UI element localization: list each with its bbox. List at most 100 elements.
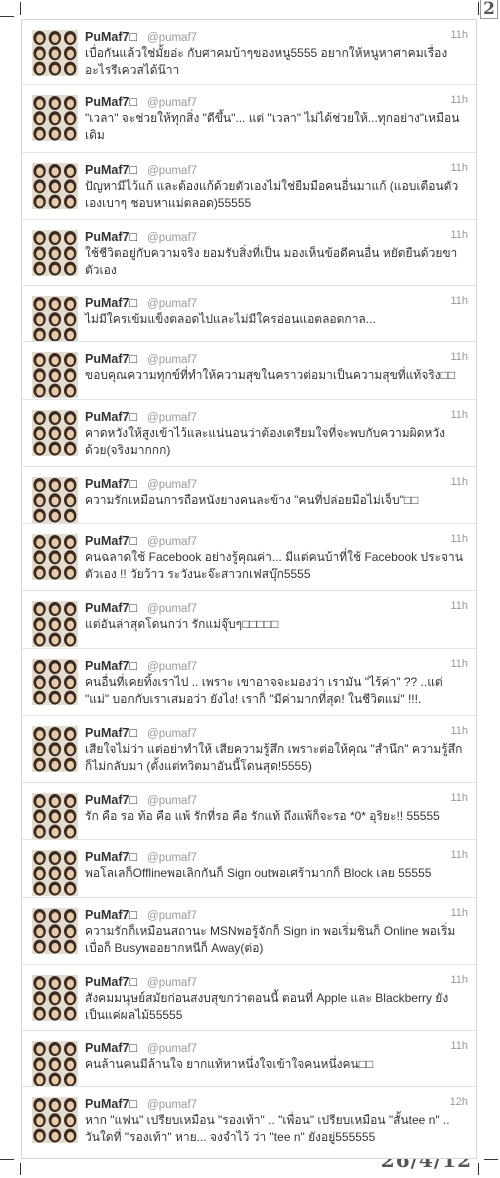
crop-mark: [478, 2, 479, 15]
tweet-author-name[interactable]: PuMaf7□: [85, 659, 137, 673]
avatar[interactable]: [32, 793, 78, 839]
avatar[interactable]: [32, 30, 78, 76]
tweet-item[interactable]: PuMaf7□ @pumaf7 12h หาก "แฟน" เปรียบเหมือน …: [22, 1086, 476, 1158]
tweet-author-handle[interactable]: @pumaf7: [147, 977, 197, 989]
tweet-timestamp[interactable]: 11h: [450, 725, 468, 737]
tweet-item[interactable]: PuMaf7□ @pumaf7 11h ความรักเหมือนการถือหนัง…: [22, 466, 476, 523]
tweet-author-handle[interactable]: @pumaf7: [147, 298, 197, 310]
tweet-author-handle[interactable]: @pumaf7: [147, 1099, 197, 1111]
tweet-item[interactable]: PuMaf7□ @pumaf7 11h พอโลเลก็Offlineพอเลิกกั…: [22, 839, 476, 897]
tweet-item[interactable]: PuMaf7□ @pumaf7 11h แต่อันล่าสุดโดนกว่า รัก…: [22, 590, 476, 648]
tweet-author-name[interactable]: PuMaf7□: [85, 534, 137, 548]
tweet-item[interactable]: PuMaf7□ @pumaf7 11h ปัญหามีไว้แก้ และต้องแก…: [22, 152, 476, 219]
tweet-item[interactable]: PuMaf7□ @pumaf7 11h เบื่อกันแล้วใช่มั้ยอ่ะ …: [22, 20, 476, 84]
tweet-item[interactable]: PuMaf7□ @pumaf7 11h ไม่มีใครเข้มแข็งตลอดไปแ…: [22, 285, 476, 342]
tweet-author-handle[interactable]: @pumaf7: [147, 795, 197, 807]
avatar[interactable]: [32, 296, 78, 342]
tweet-author-name[interactable]: PuMaf7□: [85, 793, 137, 807]
tweet-header: PuMaf7□ @pumaf7 11h: [85, 408, 468, 424]
avatar[interactable]: [32, 908, 78, 954]
tweet-author-name[interactable]: PuMaf7□: [85, 352, 137, 366]
avatar[interactable]: [32, 1041, 78, 1087]
avatar[interactable]: [32, 601, 78, 647]
tweet-item[interactable]: PuMaf7□ @pumaf7 11h ขอบคุณความทุกข์ที่ทำให้…: [22, 341, 476, 399]
tweet-timestamp[interactable]: 11h: [450, 907, 468, 919]
tweet-author-handle[interactable]: @pumaf7: [147, 354, 197, 366]
tweet-timestamp[interactable]: 11h: [450, 658, 468, 670]
tweet-item[interactable]: PuMaf7□ @pumaf7 11h คนฉลาดใช้ Facebook อย่า…: [22, 523, 476, 590]
tweet-header: PuMaf7□ @pumaf7 11h: [85, 93, 468, 109]
tweet-timestamp[interactable]: 11h: [450, 600, 468, 612]
tweet-timestamp[interactable]: 11h: [450, 1040, 468, 1052]
avatar[interactable]: [32, 659, 78, 705]
tweet-timestamp[interactable]: 11h: [450, 476, 468, 488]
avatar[interactable]: [32, 352, 78, 398]
tweet-author-name[interactable]: PuMaf7□: [85, 908, 137, 922]
tweet-timestamp[interactable]: 12h: [450, 1096, 468, 1108]
tweet-header: PuMaf7□ @pumaf7 11h: [85, 657, 468, 673]
tweet-timestamp[interactable]: 11h: [450, 533, 468, 545]
tweet-author-name[interactable]: PuMaf7□: [85, 410, 137, 424]
avatar[interactable]: [32, 477, 78, 523]
tweet-author-handle[interactable]: @pumaf7: [147, 603, 197, 615]
avatar[interactable]: [32, 163, 78, 209]
tweet-author-name[interactable]: PuMaf7□: [85, 1097, 137, 1111]
tweet-timestamp[interactable]: 11h: [450, 295, 468, 307]
tweet-text: คนล้านคนมีล้านใจ ยากแท้หาหนึ่งใจเข้าใจคน…: [85, 1057, 374, 1071]
tweet-author-handle[interactable]: @pumaf7: [147, 852, 197, 864]
tweet-author-name[interactable]: PuMaf7□: [85, 975, 137, 989]
tweet-author-name[interactable]: PuMaf7□: [85, 850, 137, 864]
tweet-author-name[interactable]: PuMaf7□: [85, 30, 137, 44]
tweet-text: รัก คือ รอ ท้อ คือ แพ้ รักที่รอ คือ รักแ…: [85, 809, 440, 823]
tweet-timestamp[interactable]: 11h: [450, 229, 468, 241]
crop-mark: [20, 2, 21, 15]
tweet-timestamp[interactable]: 11h: [450, 409, 468, 421]
avatar[interactable]: [32, 534, 78, 580]
tweet-author-handle[interactable]: @pumaf7: [147, 97, 197, 109]
tweet-timestamp[interactable]: 11h: [450, 94, 468, 106]
tweet-author-name[interactable]: PuMaf7□: [85, 296, 137, 310]
avatar[interactable]: [32, 1097, 78, 1143]
tweet-author-handle[interactable]: @pumaf7: [147, 232, 197, 244]
tweet-author-name[interactable]: PuMaf7□: [85, 601, 137, 615]
tweet-item[interactable]: PuMaf7□ @pumaf7 11h คาดหวังให้สูงเข้าไว้และ…: [22, 399, 476, 466]
tweet-author-name[interactable]: PuMaf7□: [85, 726, 137, 740]
tweet-item[interactable]: PuMaf7□ @pumaf7 11h รัก คือ รอ ท้อ คือ แพ้ …: [22, 782, 476, 839]
avatar[interactable]: [32, 95, 78, 141]
avatar[interactable]: [32, 230, 78, 276]
tweet-author-handle[interactable]: @pumaf7: [147, 32, 197, 44]
tweet-author-handle[interactable]: @pumaf7: [147, 412, 197, 424]
tweet-item[interactable]: PuMaf7□ @pumaf7 11h คนอื่นที่เคยทิ้งเราไป .…: [22, 648, 476, 715]
tweet-author-name[interactable]: PuMaf7□: [85, 230, 137, 244]
avatar[interactable]: [32, 410, 78, 456]
tweet-author-handle[interactable]: @pumaf7: [147, 661, 197, 673]
tweet-author-name[interactable]: PuMaf7□: [85, 163, 137, 177]
tweet-item[interactable]: PuMaf7□ @pumaf7 11h "เวลา" จะช่วยให้ทุกสิ่ง…: [22, 84, 476, 152]
tweet-item[interactable]: PuMaf7□ @pumaf7 11h เสียใจไม่ว่า แต่อย่าทำใ…: [22, 715, 476, 782]
avatar[interactable]: [32, 726, 78, 772]
tweet-author-name[interactable]: PuMaf7□: [85, 477, 137, 491]
tweet-author-handle[interactable]: @pumaf7: [147, 536, 197, 548]
tweet-author-handle[interactable]: @pumaf7: [147, 479, 197, 491]
tweet-item[interactable]: PuMaf7□ @pumaf7 11h ความรักก็เหมือนสถานะ MS…: [22, 897, 476, 964]
tweet-timestamp[interactable]: 11h: [450, 792, 468, 804]
avatar[interactable]: [32, 975, 78, 1021]
tweet-author-handle[interactable]: @pumaf7: [147, 165, 197, 177]
tweet-timestamp[interactable]: 11h: [450, 162, 468, 174]
tweet-item[interactable]: PuMaf7□ @pumaf7 11h สังคมมนุษย์สมัยก่อนสงบส…: [22, 964, 476, 1030]
tweet-timestamp[interactable]: 11h: [450, 351, 468, 363]
tweet-header: PuMaf7□ @pumaf7 11h: [85, 724, 468, 740]
tweet-timestamp[interactable]: 11h: [450, 29, 468, 41]
tweet-author-handle[interactable]: @pumaf7: [147, 1043, 197, 1055]
tweet-author-handle[interactable]: @pumaf7: [147, 728, 197, 740]
avatar[interactable]: [32, 850, 78, 896]
tweet-author-name[interactable]: PuMaf7□: [85, 1041, 137, 1055]
tweet-author-name[interactable]: PuMaf7□: [85, 95, 137, 109]
tweet-text: ใช้ชีวิตอยู่กับความจริง ยอมรับสิ่งที่เป็…: [85, 246, 458, 277]
tweet-item[interactable]: PuMaf7□ @pumaf7 11h ใช้ชีวิตอยู่กับความจริง…: [22, 219, 476, 285]
tweet-timestamp[interactable]: 11h: [450, 849, 468, 861]
tweet-timestamp[interactable]: 11h: [450, 974, 468, 986]
tweet-header: PuMaf7□ @pumaf7 11h: [85, 475, 468, 491]
tweet-author-handle[interactable]: @pumaf7: [147, 910, 197, 922]
tweet-item[interactable]: PuMaf7□ @pumaf7 11h คนล้านคนมีล้านใจ ยากแท้…: [22, 1030, 476, 1087]
